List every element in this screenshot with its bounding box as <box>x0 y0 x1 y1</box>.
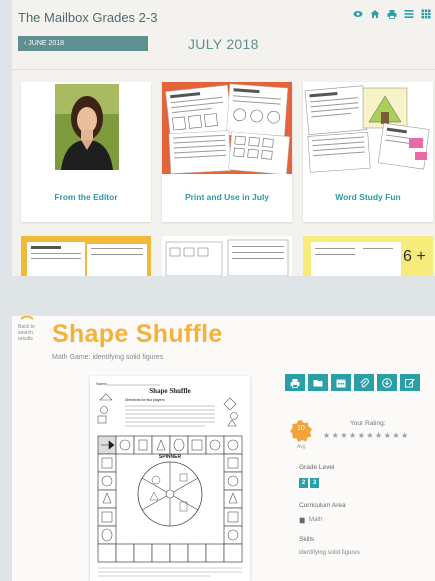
print-icon[interactable] <box>387 9 397 19</box>
card-row2-left[interactable] <box>21 236 151 276</box>
magazine-toolbar <box>353 9 431 19</box>
resource-title: Shape Shuffle <box>52 320 223 348</box>
curriculum-area-label: Curriculum Area <box>299 502 346 509</box>
card-print-and-use[interactable]: Print and Use in July <box>162 82 292 222</box>
skills-value[interactable]: identifying solid figures <box>299 550 360 556</box>
magazine-panel: The Mailbox Grades 2-3 ‹ JUNE 2018 JULY … <box>12 0 435 276</box>
spinner-label: SPINNER <box>159 454 182 460</box>
eye-icon[interactable] <box>353 9 363 19</box>
worksheets-collage <box>162 82 292 174</box>
folder-icon <box>313 379 323 386</box>
grid-icon[interactable] <box>421 9 431 19</box>
back-arrow-icon[interactable] <box>20 316 34 324</box>
resource-actions <box>285 374 420 391</box>
back-to-results-link[interactable]: Back to search results <box>18 324 48 342</box>
curriculum-area-value[interactable]: Math <box>309 517 322 523</box>
save-to-folder-button[interactable] <box>308 374 328 391</box>
worksheet-name-label: Name <box>96 381 107 386</box>
download-icon <box>382 377 392 388</box>
rating-avg-label: Avg <box>297 444 306 450</box>
grade-level-label: Grade Level <box>299 464 335 471</box>
your-rating-label: Your Rating: <box>350 420 386 427</box>
grade-chip[interactable]: 2 <box>299 478 308 488</box>
edit-icon <box>405 378 415 387</box>
skills-label: Skills <box>299 536 315 543</box>
previous-month-button[interactable]: ‹ JUNE 2018 <box>18 36 148 51</box>
book-icon <box>299 517 305 524</box>
home-icon[interactable] <box>370 9 380 19</box>
list-icon[interactable] <box>404 9 414 19</box>
card-label: Print and Use in July <box>184 192 270 202</box>
divider <box>12 69 435 70</box>
print-button[interactable] <box>285 374 305 391</box>
card-from-the-editor[interactable]: From the Editor <box>21 82 151 222</box>
grade-chip[interactable]: 3 <box>310 478 319 488</box>
rating-value: 10 <box>297 425 305 432</box>
card-word-study-fun[interactable]: Word Study Fun <box>303 82 433 222</box>
worksheet-title: Shape Shuffle <box>149 387 190 395</box>
attach-icon <box>360 377 369 387</box>
card-label: Word Study Fun <box>335 192 401 202</box>
card-label: From the Editor <box>54 192 118 202</box>
magazine-title: The Mailbox Grades 2-3 <box>18 10 158 25</box>
card-row2-right[interactable]: 6 + <box>303 236 433 276</box>
word-study-collage <box>303 82 433 174</box>
calendar-button[interactable] <box>331 374 351 391</box>
attach-button[interactable] <box>354 374 374 391</box>
resource-subtitle: Math Game: identifying solid figures <box>52 354 164 361</box>
download-button[interactable] <box>377 374 397 391</box>
editor-photo <box>21 82 151 174</box>
card-row2-middle[interactable] <box>162 236 292 276</box>
rating-stars[interactable]: ★★★★★★★★★★ <box>323 431 410 440</box>
print-icon <box>290 378 300 388</box>
worksheet-directions: Directions for two players: <box>125 398 165 402</box>
current-month-title: JULY 2018 <box>188 36 259 52</box>
worksheet-preview[interactable]: Name Shape Shuffle Directions for two pl… <box>90 376 250 581</box>
calendar-icon <box>336 379 346 387</box>
resource-detail-panel: Back to search results Shape Shuffle Mat… <box>12 316 435 581</box>
edit-button[interactable] <box>400 374 420 391</box>
math-text: 6 + <box>403 248 426 265</box>
